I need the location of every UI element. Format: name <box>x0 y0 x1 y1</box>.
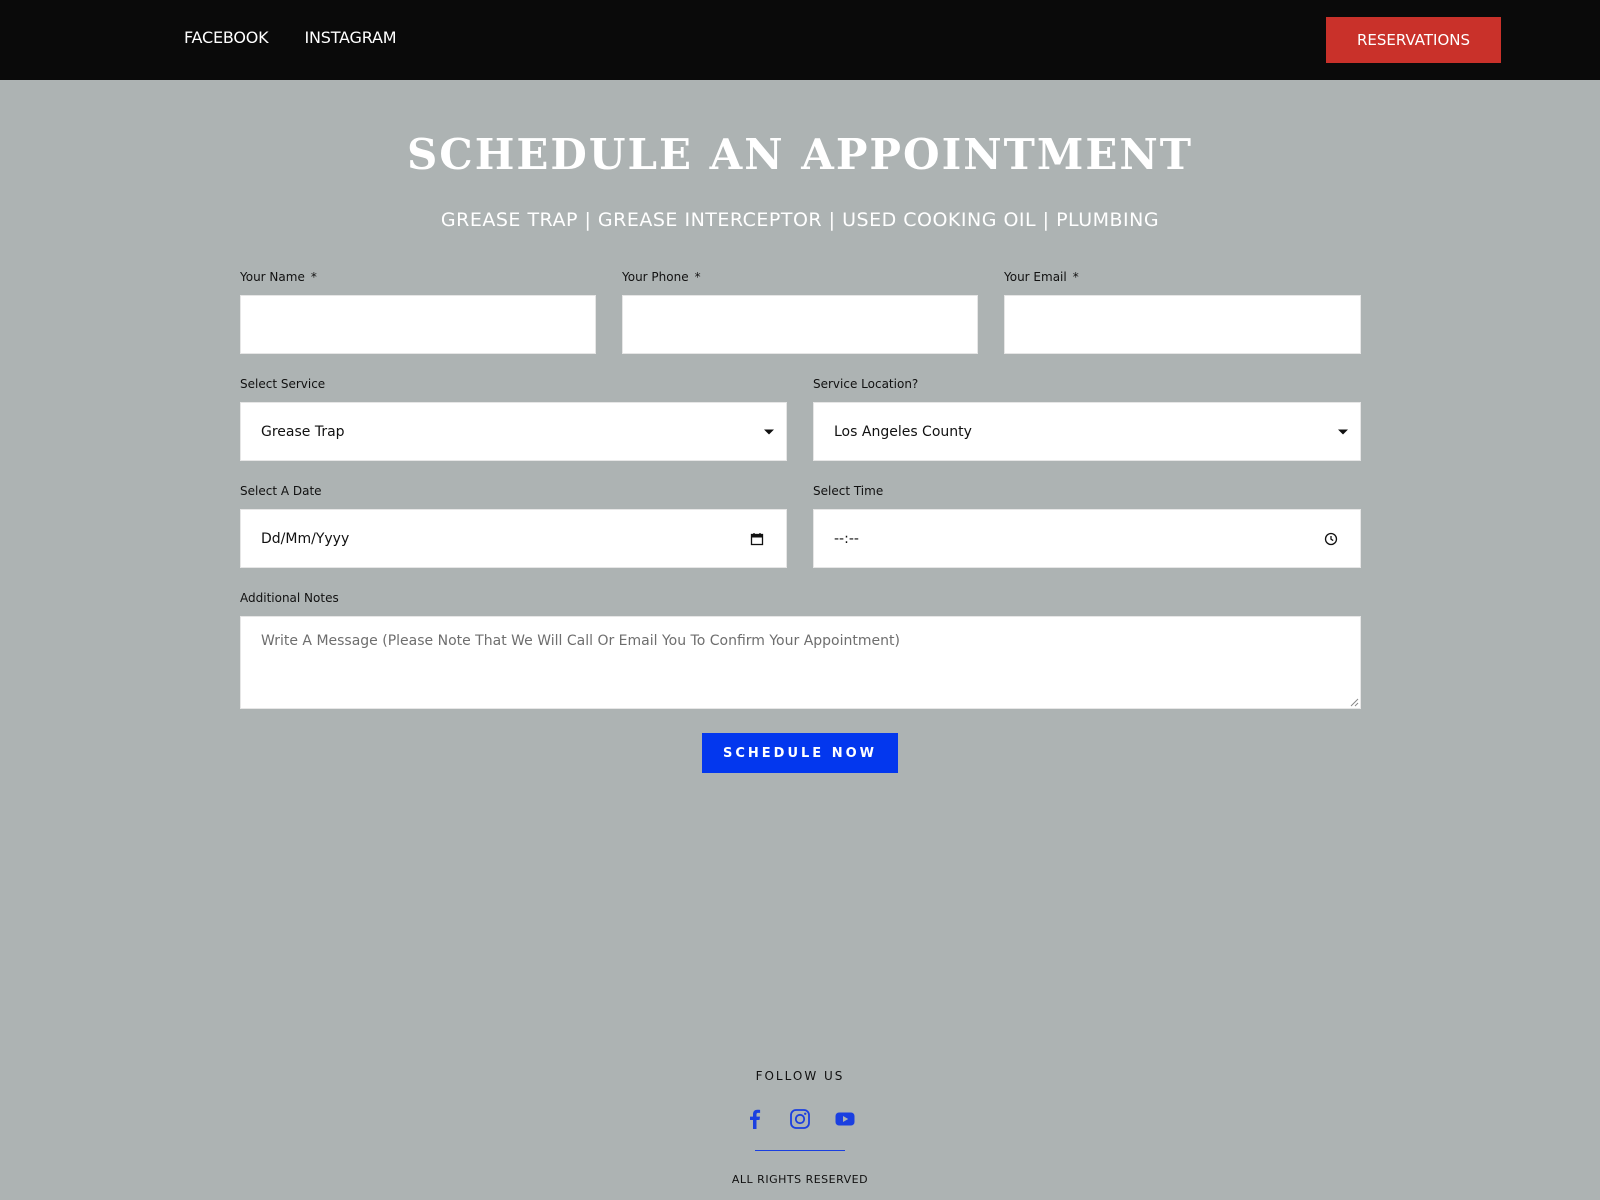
page-title: SCHEDULE AN APPOINTMENT <box>406 130 1194 179</box>
schedule-now-button[interactable]: SCHEDULE NOW <box>702 733 898 773</box>
top-nav: FACEBOOK INSTAGRAM <box>184 28 397 47</box>
follow-us-label: FOLLOW US <box>755 1069 845 1083</box>
location-label: Service Location? <box>813 377 919 391</box>
time-input-placeholder: --:-- <box>834 530 859 547</box>
name-input[interactable] <box>240 295 596 354</box>
nav-link-facebook[interactable]: FACEBOOK <box>184 28 269 47</box>
reservations-button[interactable]: RESERVATIONS <box>1326 17 1501 63</box>
clock-icon[interactable] <box>1324 532 1338 546</box>
service-select-value: Grease Trap <box>261 423 345 440</box>
date-label: Select A Date <box>240 484 322 498</box>
phone-label: Your Phone * <box>622 270 701 284</box>
all-rights-reserved: ALL RIGHTS RESERVED <box>731 1173 869 1186</box>
chevron-down-icon <box>764 429 774 434</box>
top-bar: FACEBOOK INSTAGRAM RESERVATIONS <box>0 0 1600 80</box>
time-input[interactable]: --:-- <box>813 509 1361 568</box>
service-select[interactable]: Grease Trap <box>240 402 787 461</box>
required-mark: * <box>694 270 701 284</box>
phone-input[interactable] <box>622 295 978 354</box>
service-label: Select Service <box>240 377 326 391</box>
nav-link-instagram[interactable]: INSTAGRAM <box>304 28 396 47</box>
location-select-value: Los Angeles County <box>834 423 972 440</box>
notes-label: Additional Notes <box>240 591 339 605</box>
footer-divider <box>755 1150 845 1151</box>
date-input-placeholder: Dd/Mm/Yyyy <box>261 530 350 547</box>
name-label: Your Name * <box>240 270 317 284</box>
required-mark: * <box>310 270 317 284</box>
chevron-down-icon <box>1338 429 1348 434</box>
instagram-icon[interactable] <box>789 1108 811 1130</box>
email-label: Your Email * <box>1004 270 1079 284</box>
youtube-icon[interactable] <box>834 1108 856 1130</box>
services-subtitle: GREASE TRAP | GREASE INTERCEPTOR | USED … <box>440 209 1160 231</box>
required-mark: * <box>1072 270 1079 284</box>
notes-textarea[interactable]: Write A Message (Please Note That We Wil… <box>240 616 1361 709</box>
time-label: Select Time <box>813 484 884 498</box>
resize-handle-icon[interactable] <box>1349 697 1359 707</box>
notes-placeholder: Write A Message (Please Note That We Wil… <box>261 633 900 649</box>
calendar-icon[interactable] <box>750 532 764 546</box>
facebook-icon[interactable] <box>744 1108 766 1130</box>
date-input[interactable]: Dd/Mm/Yyyy <box>240 509 787 568</box>
location-select[interactable]: Los Angeles County <box>813 402 1361 461</box>
email-input[interactable] <box>1004 295 1361 354</box>
